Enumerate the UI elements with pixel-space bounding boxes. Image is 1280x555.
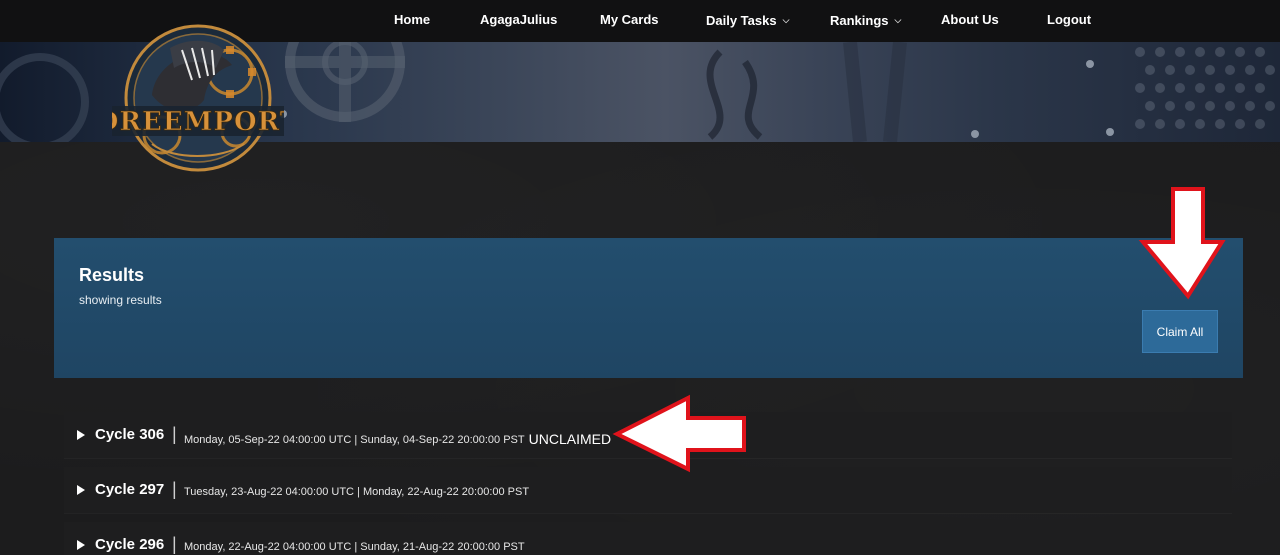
cycle-status: UNCLAIMED xyxy=(528,431,612,447)
logo-wordmark: DREEMPORT xyxy=(112,107,284,137)
triangle-right-icon[interactable] xyxy=(77,540,85,550)
cycle-dates: Tuesday, 23-Aug-22 04:00:00 UTC | Monday… xyxy=(184,486,530,498)
cycle-row[interactable]: Cycle 297 | Tuesday, 23-Aug-22 04:00:00 … xyxy=(64,467,1232,513)
triangle-right-icon[interactable] xyxy=(77,485,85,495)
cycle-dates: Monday, 22-Aug-22 04:00:00 UTC | Sunday,… xyxy=(184,541,525,553)
page: Home AgagaJulius My Cards Daily Tasks ⌵ R… xyxy=(0,0,1280,555)
cycle-name: Cycle 306 xyxy=(95,426,165,443)
triangle-right-icon[interactable] xyxy=(77,430,85,440)
dreemport-logo[interactable]: DREEMPORT xyxy=(112,20,284,178)
results-title: Results xyxy=(79,265,145,285)
separator: | xyxy=(172,424,177,444)
cycle-dates-row: Monday, 05-Sep-22 04:00:00 UTC | Sunday,… xyxy=(184,431,611,447)
cycle-name: Cycle 297 xyxy=(95,481,165,498)
nav-rankings[interactable]: Rankings ⌵ xyxy=(830,0,901,40)
cycle-row[interactable]: Cycle 306 | Monday, 05-Sep-22 04:00:00 U… xyxy=(64,412,1232,458)
nav-profile[interactable]: AgagaJulius xyxy=(480,0,557,40)
results-panel: Results showing results Claim All xyxy=(54,238,1243,378)
nav-daily-tasks[interactable]: Daily Tasks ⌵ xyxy=(706,0,789,40)
results-subtitle: showing results xyxy=(79,293,162,307)
caret-down-icon: ⌵ xyxy=(894,15,902,25)
cycle-row[interactable]: Cycle 296 | Monday, 22-Aug-22 04:00:00 U… xyxy=(64,522,1232,555)
separator: | xyxy=(172,534,177,554)
nav-home[interactable]: Home xyxy=(394,0,430,40)
nav-about-us[interactable]: About Us xyxy=(941,0,999,40)
nav-my-cards[interactable]: My Cards xyxy=(600,0,659,40)
cycle-name: Cycle 296 xyxy=(95,536,165,553)
separator: | xyxy=(172,479,177,499)
nav-logout[interactable]: Logout xyxy=(1047,0,1091,40)
claim-all-button[interactable]: Claim All xyxy=(1142,310,1218,353)
caret-down-icon: ⌵ xyxy=(782,15,790,25)
cycle-dates: Monday, 05-Sep-22 04:00:00 UTC | Sunday,… xyxy=(184,434,525,446)
